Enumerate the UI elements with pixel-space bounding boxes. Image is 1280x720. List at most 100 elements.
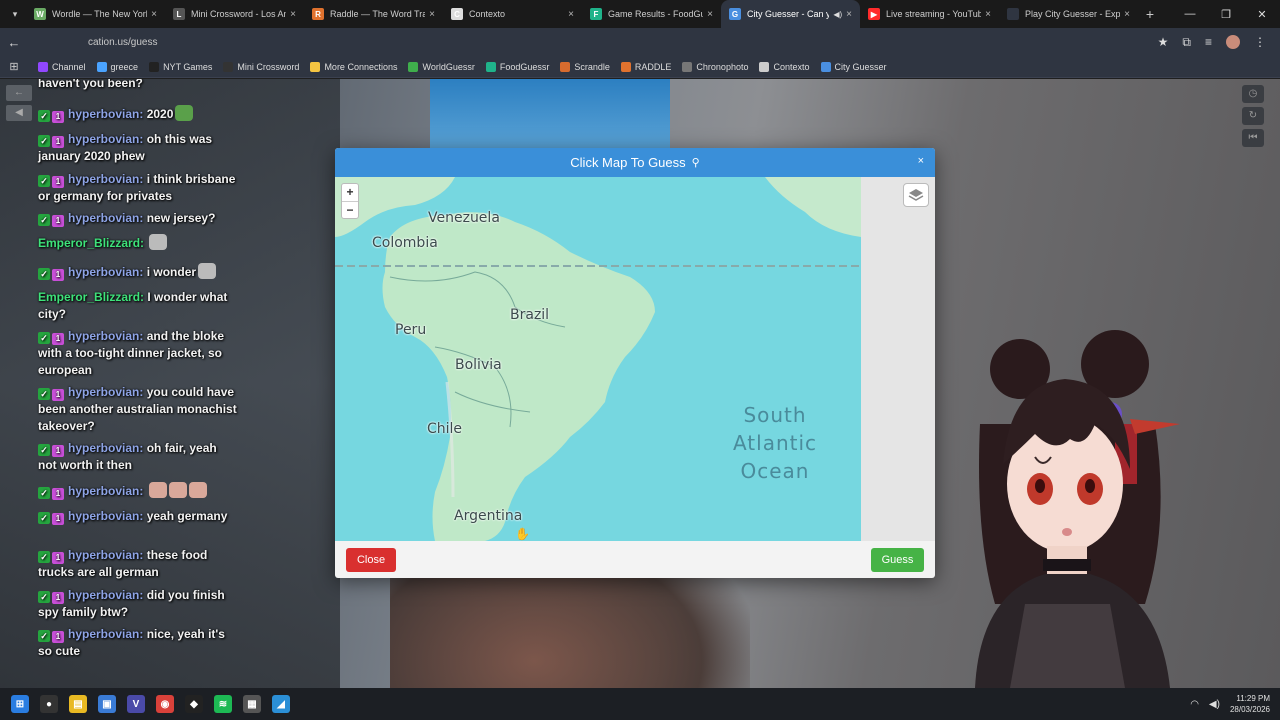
- apps-grid-icon[interactable]: ⊞: [0, 60, 28, 73]
- windows-start-icon[interactable]: ⊞: [11, 695, 29, 713]
- chat-username[interactable]: hyperbovian: [68, 265, 139, 279]
- browser-tab[interactable]: G City Guesser - Can yo ◀) ×: [721, 0, 860, 28]
- guess-button[interactable]: Guess: [871, 548, 924, 572]
- browser-tab[interactable]: R Raddle — The Word Tran ×: [304, 0, 443, 28]
- chat-message: ✓ 1 hyperbovian: you could have been anoth…: [38, 384, 238, 434]
- chat-message: ✓ 1 hyperbovian: new jersey?: [38, 210, 238, 227]
- chat-message: ✓ 1 hyperbovian: oh fair, yeah not worth i…: [38, 440, 238, 474]
- app-icon-2[interactable]: ◢: [272, 695, 290, 713]
- tab-close-icon[interactable]: ×: [707, 9, 713, 20]
- chat-username[interactable]: hyperbovian: [68, 329, 139, 343]
- close-button[interactable]: Close: [346, 548, 396, 572]
- zoom-in-button[interactable]: +: [342, 184, 358, 201]
- timer-icon[interactable]: ◷: [1242, 85, 1264, 103]
- sub-badge-icon: 1: [52, 136, 64, 148]
- chat-username[interactable]: hyperbovian: [68, 588, 139, 602]
- chat-username[interactable]: hyperbovian: [68, 627, 139, 641]
- app-icon[interactable]: ▦: [243, 695, 261, 713]
- bookmark-item[interactable]: Contexto: [759, 61, 810, 72]
- bookmark-item[interactable]: FoodGuessr: [485, 61, 549, 72]
- chat-username[interactable]: hyperbovian: [68, 509, 139, 523]
- bookmark-label: WorldGuessr: [422, 61, 475, 72]
- bookmark-item[interactable]: Mini Crossword: [223, 61, 299, 72]
- vtube-studio-icon[interactable]: V: [127, 695, 145, 713]
- browser-tab[interactable]: C Contexto ×: [443, 0, 582, 28]
- browser-tab[interactable]: W Wordle — The New York ×: [26, 0, 165, 28]
- spotify-icon[interactable]: ≋: [214, 695, 232, 713]
- chat-username[interactable]: Emperor_Blizzard: [38, 290, 140, 304]
- verified-badge-icon: ✓: [38, 135, 50, 147]
- chat-message: ✓1hyperbovian: panda where haven't you b…: [38, 79, 238, 92]
- tab-audio-icon[interactable]: ◀): [833, 10, 842, 19]
- obs-icon[interactable]: ●: [40, 695, 58, 713]
- browser-tab[interactable]: F Game Results - FoodGue ×: [582, 0, 721, 28]
- extensions-icon[interactable]: ⧉: [1182, 35, 1191, 50]
- tab-favicon-icon: F: [590, 8, 602, 20]
- bookmark-item[interactable]: RADDLE: [620, 61, 671, 72]
- bookmark-item[interactable]: Scrandle: [560, 61, 610, 72]
- wifi-icon[interactable]: ◠: [1190, 699, 1199, 710]
- bookmark-star-icon[interactable]: ★: [1158, 35, 1169, 49]
- bookmark-item[interactable]: NYT Games: [149, 61, 212, 72]
- tab-close-icon[interactable]: ×: [846, 9, 852, 20]
- photos-icon[interactable]: ▣: [98, 695, 116, 713]
- tab-close-icon[interactable]: ×: [1124, 9, 1130, 20]
- media-controls-icon[interactable]: ≡: [1205, 35, 1212, 49]
- clock[interactable]: 11:29 PM 28/03/2026: [1230, 693, 1270, 715]
- tab-close-icon[interactable]: ×: [568, 9, 574, 20]
- bookmark-item[interactable]: City Guesser: [820, 61, 887, 72]
- refresh-icon[interactable]: ↻: [1242, 107, 1264, 125]
- bookmark-item[interactable]: More Connections: [310, 61, 397, 72]
- close-window-icon[interactable]: ✕: [1244, 8, 1280, 21]
- chat-username[interactable]: hyperbovian: [68, 172, 139, 186]
- volume-icon[interactable]: ◀: [6, 105, 32, 121]
- browser-tab[interactable]: Play City Guesser - Explo ×: [999, 0, 1138, 28]
- stream-video: ← ◀ ◷ ↻ ⏮ ✓1hyperbovian: panda where hav…: [0, 79, 1280, 688]
- modal-close-icon[interactable]: ×: [918, 155, 924, 167]
- layers-icon[interactable]: [903, 183, 929, 207]
- chat-username[interactable]: hyperbovian: [68, 132, 139, 146]
- chat-message: ✓ 1 hyperbovian: 2020: [38, 105, 238, 123]
- south-america-land: [335, 177, 861, 541]
- chat-username[interactable]: Emperor_Blizzard: [38, 236, 140, 250]
- chat-username[interactable]: hyperbovian: [68, 441, 139, 455]
- bookmark-item[interactable]: Chronophoto: [682, 61, 748, 72]
- new-tab-button[interactable]: +: [1138, 6, 1162, 22]
- tab-close-icon[interactable]: ×: [985, 9, 991, 20]
- more-menu-icon[interactable]: ⋮: [1254, 35, 1266, 49]
- chat-username[interactable]: hyperbovian: [68, 385, 139, 399]
- tab-favicon-icon: R: [312, 8, 324, 20]
- bookmark-item[interactable]: Channel: [38, 61, 86, 72]
- file-explorer-icon[interactable]: ▤: [69, 695, 87, 713]
- chat-username[interactable]: hyperbovian: [68, 211, 139, 225]
- browser-tab[interactable]: L Mini Crossword - Los Ang ×: [165, 0, 304, 28]
- map-label-argentina: Argentina: [454, 508, 523, 524]
- browser-tab[interactable]: ▶ Live streaming - YouTube ×: [860, 0, 999, 28]
- chat-username[interactable]: hyperbovian: [68, 484, 139, 498]
- tab-close-icon[interactable]: ×: [290, 9, 296, 20]
- chat-username[interactable]: hyperbovian: [68, 548, 139, 562]
- url-field[interactable]: cation.us/guess: [88, 37, 158, 48]
- guess-map[interactable]: + − Venezuela Colombia Peru Brazil Boliv…: [335, 177, 861, 541]
- bookmark-item[interactable]: WorldGuessr: [408, 61, 475, 72]
- maximize-icon[interactable]: ❐: [1208, 8, 1244, 21]
- tab-close-icon[interactable]: ×: [151, 9, 157, 20]
- minimize-icon[interactable]: —: [1172, 8, 1208, 21]
- chrome-icon[interactable]: ◉: [156, 695, 174, 713]
- clock-time: 11:29 PM: [1236, 694, 1270, 703]
- tab-close-icon[interactable]: ×: [429, 9, 435, 20]
- tab-favicon-icon: [1007, 8, 1019, 20]
- chat-username[interactable]: hyperbovian: [68, 107, 139, 121]
- streamlabs-icon[interactable]: ◆: [185, 695, 203, 713]
- speaker-icon[interactable]: ◀): [1209, 699, 1220, 710]
- chat-text: i wonder: [146, 265, 197, 279]
- tab-search-button[interactable]: ▾: [4, 4, 26, 24]
- zoom-out-button[interactable]: −: [342, 201, 358, 218]
- rewind-icon[interactable]: ⏮: [1242, 129, 1264, 147]
- map-label-south-atlantic: South Atlantic Ocean: [715, 401, 835, 485]
- bookmark-item[interactable]: greece: [96, 61, 138, 72]
- prev-arrow-icon[interactable]: ←: [6, 85, 32, 101]
- profile-avatar[interactable]: [1226, 35, 1240, 49]
- back-arrow-icon[interactable]: ←: [0, 35, 28, 50]
- sub-badge-icon: 1: [52, 592, 64, 604]
